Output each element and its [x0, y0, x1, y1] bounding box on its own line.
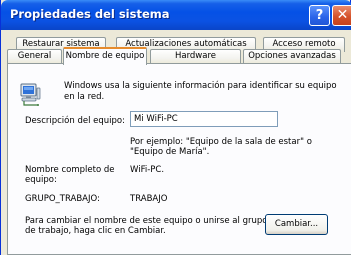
help-button[interactable]: ? [309, 5, 330, 26]
description-label: Descripción del equipo: [25, 116, 125, 126]
computer-name-panel: Windows usa la siguiente información par… [7, 63, 351, 255]
change-button[interactable]: Cambiar... [265, 214, 328, 235]
rename-instructions-line1: Para cambiar el nombre de este equipo o … [25, 216, 268, 226]
title-bar[interactable]: Propiedades del sistema ? ✕ [1, 0, 351, 30]
close-button[interactable]: ✕ [332, 5, 351, 26]
intro-text-line2: en la red. [64, 92, 105, 102]
description-input[interactable]: Mi WiFi-PC [130, 111, 278, 127]
system-properties-window: Propiedades del sistema ? ✕ Restaurar si… [0, 0, 351, 255]
tab-hardware[interactable]: Hardware [150, 49, 241, 64]
example-text-line1: Por ejemplo: "Equipo de la sala de estar… [130, 137, 312, 147]
example-text-line2: "Equipo de María". [130, 147, 210, 157]
dialog-body: Restaurar sistema Actualizaciones automá… [1, 30, 351, 255]
full-name-label-line2: equipo: [25, 175, 57, 185]
full-name-value: WiFi-PC. [130, 165, 165, 175]
workgroup-value: TRABAJO [130, 194, 168, 204]
workgroup-label: GRUPO_TRABAJO: [25, 194, 100, 204]
window-title: Propiedades del sistema [10, 7, 170, 21]
computer-network-icon [20, 83, 41, 106]
intro-text-line1: Windows usa la siguiente información par… [64, 81, 337, 91]
tab-nombre-de-equipo[interactable]: Nombre de equipo [63, 47, 147, 65]
tab-opciones-avanzadas[interactable]: Opciones avanzadas [243, 49, 341, 64]
rename-instructions-line2: de trabajo, haga clic en Cambiar. [25, 226, 166, 236]
tab-general[interactable]: General [7, 49, 62, 64]
full-name-label-line1: Nombre completo de [25, 165, 115, 175]
